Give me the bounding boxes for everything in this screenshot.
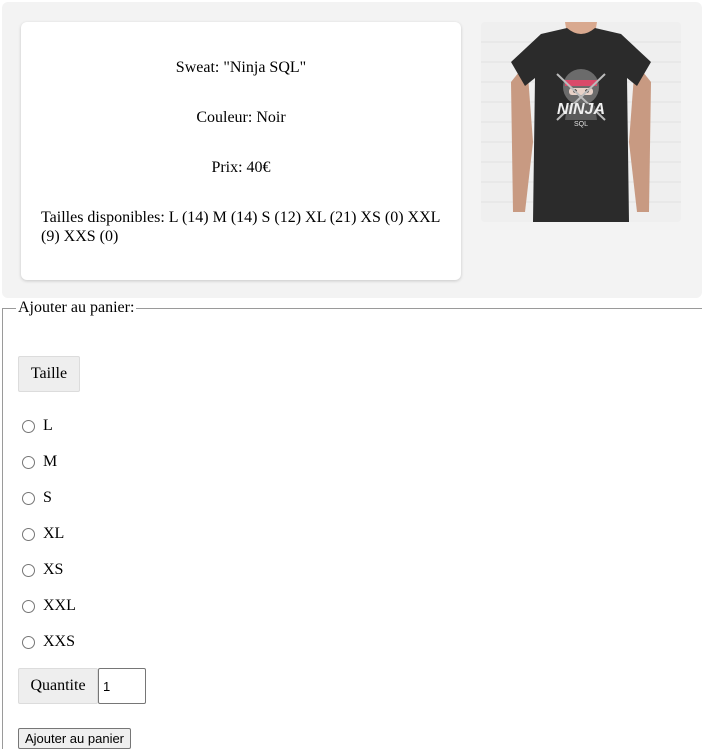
product-image: NINJA SQL [481,22,681,222]
tshirt-image: NINJA SQL [481,22,681,222]
quantity-label: Quantite [18,668,98,704]
size-option-label: XS [43,561,64,578]
size-option-label: XL [43,525,65,542]
image-logo-text: NINJA [557,101,605,118]
product-title: Sweat: "Ninja SQL" [175,59,307,76]
size-option-s[interactable]: S [22,488,52,508]
size-option-xxs[interactable]: XXS [22,632,75,652]
size-option-l[interactable]: L [22,416,53,436]
product-color: Couleur: Noir [196,109,286,126]
size-option-xxl[interactable]: XXL [22,596,76,616]
size-option-label: XXL [43,597,76,614]
quantity-input[interactable] [98,668,146,704]
size-option-label: M [43,453,58,470]
product-sizes-available: Tailles disponibles: L (14) M (14) S (12… [41,209,440,245]
size-option-label: L [43,417,53,434]
cart-legend: Ajouter au panier: [18,299,135,316]
add-to-cart-form: Ajouter au panier: Taille L M S XL XS XX… [2,299,702,749]
image-logo-sub: SQL [574,121,588,128]
size-option-label: S [43,489,52,506]
size-radio-m[interactable] [22,455,35,469]
product-info-card: Sweat: "Ninja SQL" Couleur: Noir Prix: 4… [21,22,461,280]
product-section: Sweat: "Ninja SQL" Couleur: Noir Prix: 4… [2,2,702,298]
size-radio-l[interactable] [22,419,35,433]
size-radio-xxs[interactable] [22,635,35,649]
size-radio-s[interactable] [22,491,35,505]
product-price: Prix: 40€ [211,159,271,176]
size-radio-xxl[interactable] [22,599,35,613]
size-radio-xl[interactable] [22,527,35,541]
size-option-m[interactable]: M [22,452,57,472]
size-option-xl[interactable]: XL [22,524,64,544]
add-to-cart-button[interactable]: Ajouter au panier [18,728,132,749]
size-option-label: XXS [43,633,76,650]
size-label: Taille [18,356,80,392]
size-option-xs[interactable]: XS [22,560,63,580]
size-radio-xs[interactable] [22,563,35,577]
